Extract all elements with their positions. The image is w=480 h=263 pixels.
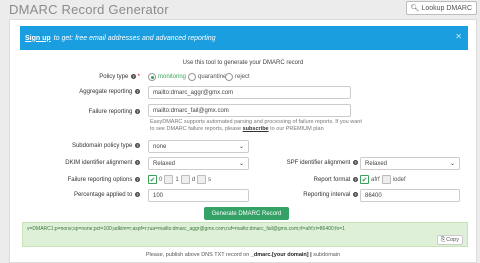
aggregate-label: Aggregate reporting ?: [79, 89, 140, 96]
checkbox-fo-d[interactable]: [180, 175, 190, 184]
result-box: v=DMARC1;p=none;sp=none;pct=100;adkim=r;…: [22, 222, 468, 247]
radio-dot-icon: [148, 73, 156, 81]
subdomain-select[interactable]: none ⌄: [148, 140, 249, 153]
dmarc-record-text: v=DMARC1;p=none;sp=none;pct=100;adkim=r;…: [27, 226, 345, 232]
report-format-label: Report format ?: [313, 177, 358, 184]
help-icon[interactable]: ?: [130, 74, 136, 79]
aggregate-input[interactable]: mailto:dmarc_aggr@gmx.com: [148, 86, 351, 99]
failure-options-label: Failure reporting options ?: [67, 177, 140, 184]
help-icon[interactable]: ?: [135, 160, 140, 165]
failure-input[interactable]: mailto:dmarc_fail@gmx.com: [148, 104, 351, 117]
radio-dot-icon: [188, 73, 196, 81]
copy-button[interactable]: ⎘ Copy: [436, 235, 463, 245]
help-icon[interactable]: ?: [135, 89, 140, 94]
checkbox-fo-1[interactable]: [164, 175, 174, 184]
radio-reject[interactable]: reject: [225, 73, 250, 81]
report-format-group: ✔ afrf iodef: [360, 175, 406, 184]
search-icon: 🔍︎: [410, 5, 420, 12]
interval-input[interactable]: 86400: [360, 189, 460, 202]
chevron-down-icon: ⌄: [238, 144, 244, 150]
publish-note: Please, publish above DNS TXT record on …: [145, 252, 341, 258]
policy-type-label: Policy type ? *: [99, 74, 140, 81]
failure-label: Failure reporting ?: [88, 109, 140, 116]
help-icon[interactable]: ?: [135, 109, 140, 114]
failure-help-text: EasyDMARC supports automated parsing and…: [150, 119, 362, 132]
help-icon[interactable]: ?: [135, 192, 140, 197]
dkim-label: DKIM identifier alignment ?: [65, 160, 140, 167]
failure-options-group: ✔ 0 1 d s: [148, 175, 212, 184]
help-icon[interactable]: ?: [353, 177, 358, 182]
radio-dot-icon: [225, 73, 233, 81]
radio-monitoring[interactable]: monitoring: [148, 73, 186, 81]
lookup-dmarc-button[interactable]: 🔍︎ Lookup DMARC: [405, 1, 477, 15]
generate-button[interactable]: Generate DMARC Record: [204, 207, 289, 220]
subscribe-link[interactable]: subscribe: [243, 126, 269, 132]
page-title: DMARC Record Generator: [9, 2, 169, 17]
dkim-select[interactable]: Relaxed ⌄: [148, 157, 249, 170]
help-icon[interactable]: ?: [353, 160, 358, 165]
help-icon[interactable]: ?: [353, 192, 358, 197]
checkbox-fo-0[interactable]: ✔: [148, 175, 157, 184]
close-icon[interactable]: ✕: [455, 32, 462, 41]
checkbox-iodef[interactable]: [381, 175, 391, 184]
percentage-label: Percentage applied to ?: [73, 192, 140, 199]
signup-banner: Sign up to get: free email addresses and…: [20, 26, 468, 50]
subdomain-label: Subdomain policy type ?: [71, 143, 140, 150]
copy-icon: ⎘: [440, 236, 446, 243]
chevron-down-icon: ⌄: [238, 161, 244, 167]
banner-text: to get: free email addresses and advance…: [53, 34, 216, 42]
generator-panel: Sign up to get: free email addresses and…: [9, 19, 477, 263]
intro-text: Use this tool to generate your DMARC rec…: [182, 60, 304, 66]
checkbox-afrf[interactable]: ✔: [360, 175, 369, 184]
interval-label: Reporting interval ?: [303, 192, 358, 199]
help-icon[interactable]: ?: [135, 177, 140, 182]
spf-select[interactable]: Relaxed ⌄: [360, 157, 460, 170]
checkbox-fo-s[interactable]: [197, 175, 207, 184]
percentage-input[interactable]: 100: [148, 189, 249, 202]
signup-link[interactable]: Sign up: [25, 35, 51, 42]
chevron-down-icon: ⌄: [449, 161, 455, 167]
help-icon[interactable]: ?: [135, 143, 140, 148]
radio-quarantine[interactable]: quarantine: [188, 73, 226, 81]
lookup-dmarc-label: Lookup DMARC: [421, 4, 472, 12]
spf-label: SPF identifier alignment ?: [286, 160, 358, 167]
